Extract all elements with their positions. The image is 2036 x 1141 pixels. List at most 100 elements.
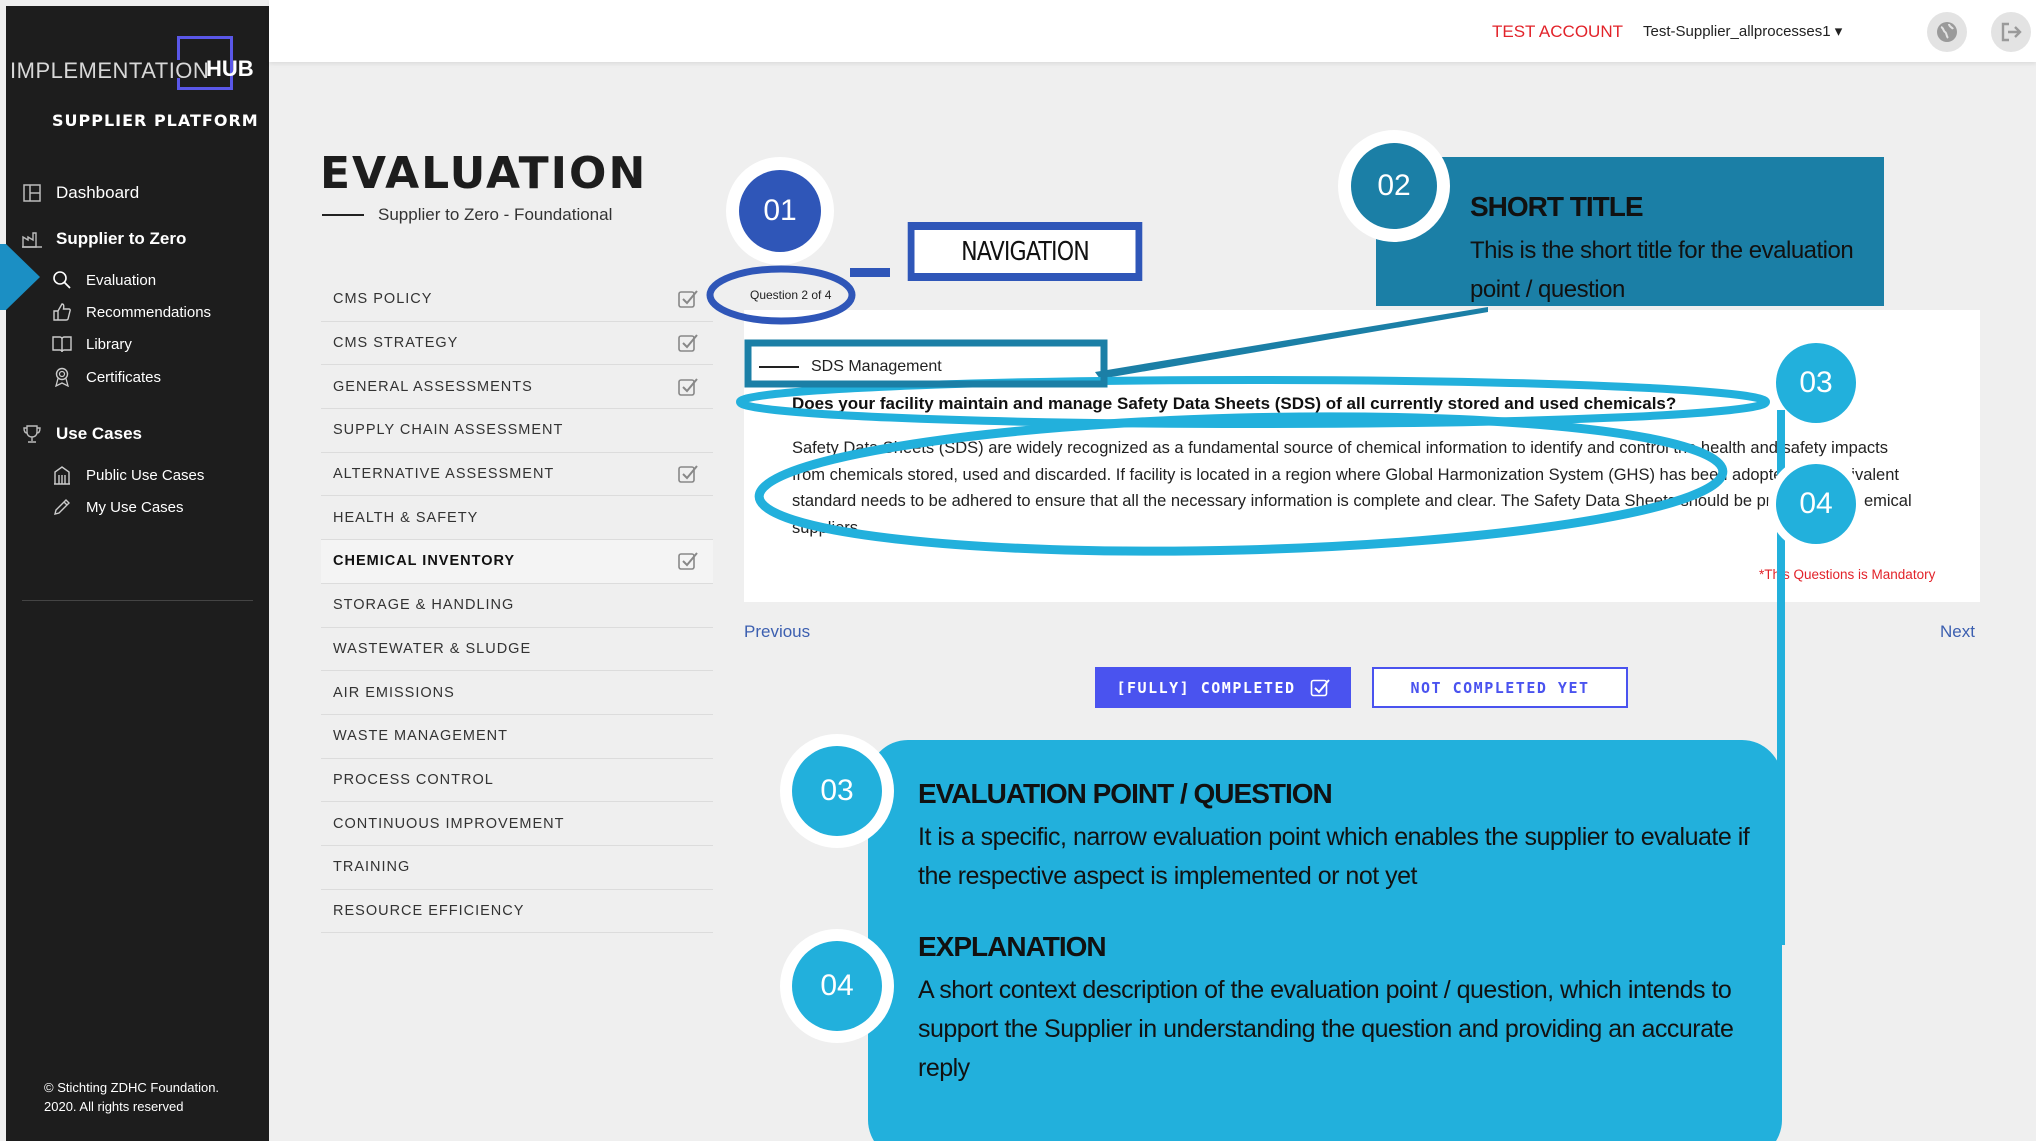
callout-number-04-top: 04 bbox=[1768, 456, 1864, 552]
menu-item[interactable]: SUPPLY CHAIN ASSESSMENT bbox=[321, 409, 713, 453]
menu-item[interactable]: WASTEWATER & SLUDGE bbox=[321, 628, 713, 672]
sidebar-item-evaluation[interactable]: Evaluation bbox=[52, 270, 156, 290]
sidebar-item-label: Use Cases bbox=[56, 424, 143, 443]
screen: IMPLEMENTATION HUB SUPPLIER PLATFORM Das… bbox=[0, 0, 2036, 1141]
sidebar-item-label: Evaluation bbox=[86, 271, 157, 289]
previous-link[interactable]: Previous bbox=[744, 622, 810, 642]
thumbs-up-icon bbox=[52, 302, 72, 322]
question-text: Does your facility maintain and manage S… bbox=[792, 394, 1677, 413]
short-title-callout-text: This is the short title for the evaluati… bbox=[1470, 237, 1854, 303]
menu-item[interactable]: RESOURCE EFFICIENCY bbox=[321, 890, 713, 934]
subtitle-dash bbox=[322, 214, 364, 216]
category-menu: CMS POLICY CMS STRATEGY GENERAL ASSESSMENT… bbox=[321, 278, 713, 934]
sidebar-item-label: My Use Cases bbox=[86, 498, 184, 516]
menu-item[interactable]: CMS POLICY bbox=[321, 278, 713, 322]
eval-point-heading: EVALUATION POINT / QUESTION bbox=[918, 778, 1333, 809]
brand-logo[interactable]: IMPLEMENTATION HUB SUPPLIER PLATFORM bbox=[6, 36, 269, 130]
sidebar-item-label: Library bbox=[86, 335, 132, 353]
menu-item-label: STORAGE & HANDLING bbox=[333, 597, 515, 614]
sidebar-item-recommendations[interactable]: Recommendations bbox=[52, 302, 211, 322]
question-short-title: SDS Management bbox=[759, 358, 942, 376]
sidebar-item-public-use-cases[interactable]: Public Use Cases bbox=[52, 465, 204, 485]
short-title-dash bbox=[759, 366, 799, 368]
copyright-line2: 2020. All rights reserved bbox=[44, 1099, 184, 1114]
menu-item-label: HEALTH & SAFETY bbox=[333, 509, 479, 526]
brand-subtitle: SUPPLIER PLATFORM bbox=[52, 111, 259, 130]
menu-item[interactable]: WASTE MANAGEMENT bbox=[321, 715, 713, 759]
pencil-icon bbox=[52, 497, 72, 517]
sidebar: IMPLEMENTATION HUB SUPPLIER PLATFORM Das… bbox=[6, 6, 269, 1141]
checkbox-checked-icon bbox=[678, 290, 698, 309]
menu-item[interactable]: CHEMICAL INVENTORY bbox=[321, 540, 713, 584]
active-indicator-arrow bbox=[0, 244, 40, 310]
menu-item-label: GENERAL ASSESSMENTS bbox=[333, 378, 533, 395]
sidebar-item-certificates[interactable]: Certificates bbox=[52, 367, 161, 387]
menu-item-label: WASTE MANAGEMENT bbox=[333, 728, 508, 745]
menu-item[interactable]: CMS STRATEGY bbox=[321, 322, 713, 366]
checkbox-checked-icon bbox=[678, 552, 698, 571]
check-square-icon bbox=[1310, 678, 1330, 696]
trophy-icon bbox=[22, 424, 42, 444]
callout-number-03-top-text: 03 bbox=[1776, 343, 1856, 423]
account-dropdown[interactable]: Test-Supplier_allprocesses1 ▾ bbox=[1643, 22, 1842, 40]
mandatory-note: *This Questions is Mandatory bbox=[1759, 567, 1936, 582]
menu-item[interactable]: PROCESS CONTROL bbox=[321, 759, 713, 803]
menu-item-label: CMS POLICY bbox=[333, 291, 433, 308]
sidebar-item-label: Recommendations bbox=[86, 303, 212, 321]
menu-item[interactable]: HEALTH & SAFETY bbox=[321, 496, 713, 541]
brand-name-part2: HUB bbox=[206, 56, 254, 81]
menu-item-label: ALTERNATIVE ASSESSMENT bbox=[333, 466, 555, 483]
menu-item[interactable]: GENERAL ASSESSMENTS bbox=[321, 365, 713, 410]
logout-icon[interactable] bbox=[1991, 12, 2031, 52]
copyright: © Stichting ZDHC Foundation. 2020. All r… bbox=[44, 1078, 219, 1116]
callout-number-04-text: 04 bbox=[792, 941, 882, 1031]
menu-item[interactable]: STORAGE & HANDLING bbox=[321, 584, 713, 628]
menu-item-label: RESOURCE EFFICIENCY bbox=[333, 902, 525, 919]
sidebar-item-label: Dashboard bbox=[56, 183, 140, 202]
menu-item[interactable]: TRAINING bbox=[321, 846, 713, 890]
sidebar-item-supplier-to-zero[interactable]: Supplier to Zero bbox=[22, 229, 186, 249]
fully-completed-button[interactable]: [FULLY] COMPLETED bbox=[1095, 667, 1351, 708]
sidebar-item-dashboard[interactable]: Dashboard bbox=[22, 183, 139, 203]
dashboard-icon bbox=[22, 183, 42, 203]
menu-item-label: CMS STRATEGY bbox=[333, 335, 459, 352]
sidebar-item-library[interactable]: Library bbox=[52, 334, 132, 354]
menu-item-label: CONTINUOUS IMPROVEMENT bbox=[333, 815, 565, 832]
sidebar-item-label: Public Use Cases bbox=[86, 466, 205, 484]
navigation-callout: NAVIGATION bbox=[907, 222, 1143, 281]
callout-number-03-top: 03 bbox=[1770, 337, 1862, 429]
question-explanation: Safety Data Sheets (SDS) are widely reco… bbox=[792, 439, 1912, 537]
question-counter: Question 2 of 4 bbox=[750, 288, 832, 302]
menu-item-label: AIR EMISSIONS bbox=[333, 684, 455, 701]
short-title-callout-heading: SHORT TITLE bbox=[1470, 191, 1644, 222]
question-explanation-callout: EVALUATION POINT / QUESTION It is a spec… bbox=[868, 740, 1782, 1141]
not-completed-button[interactable]: NOT COMPLETED YET bbox=[1372, 667, 1628, 708]
fully-completed-label: [FULLY] COMPLETED bbox=[1116, 678, 1296, 697]
callout-number-01-text: 01 bbox=[739, 170, 821, 252]
next-link[interactable]: Next bbox=[1940, 622, 1975, 642]
eval-point-text: It is a specific, narrow evaluation poin… bbox=[918, 823, 1750, 890]
page-subtitle-text: Supplier to Zero - Foundational bbox=[378, 205, 613, 224]
sidebar-item-my-use-cases[interactable]: My Use Cases bbox=[52, 497, 184, 517]
menu-item-label: WASTEWATER & SLUDGE bbox=[333, 640, 532, 657]
callout-number-03-text: 03 bbox=[792, 746, 882, 836]
short-title-text: SDS Management bbox=[811, 358, 942, 375]
menu-item[interactable]: CONTINUOUS IMPROVEMENT bbox=[321, 802, 713, 846]
navigation-connector bbox=[850, 268, 890, 277]
menu-item-label: PROCESS CONTROL bbox=[333, 771, 494, 788]
page-subtitle: Supplier to Zero - Foundational bbox=[322, 205, 612, 225]
test-account-label: TEST ACCOUNT bbox=[1492, 22, 1623, 41]
search-icon bbox=[52, 270, 72, 290]
menu-item-label: SUPPLY CHAIN ASSESSMENT bbox=[333, 422, 564, 439]
menu-item[interactable]: AIR EMISSIONS bbox=[321, 671, 713, 715]
menu-item-label: TRAINING bbox=[333, 859, 411, 876]
callout-number-01: 01 bbox=[726, 157, 834, 265]
callout-number-03: 03 bbox=[780, 734, 894, 848]
globe-icon[interactable] bbox=[1927, 12, 1967, 52]
menu-item[interactable]: ALTERNATIVE ASSESSMENT bbox=[321, 453, 713, 497]
sidebar-item-use-cases[interactable]: Use Cases bbox=[22, 424, 142, 444]
callout-number-04: 04 bbox=[780, 929, 894, 1043]
callout-number-02: 02 bbox=[1338, 130, 1450, 242]
sidebar-item-label: Certificates bbox=[86, 368, 162, 386]
checkbox-checked-icon bbox=[678, 465, 698, 483]
